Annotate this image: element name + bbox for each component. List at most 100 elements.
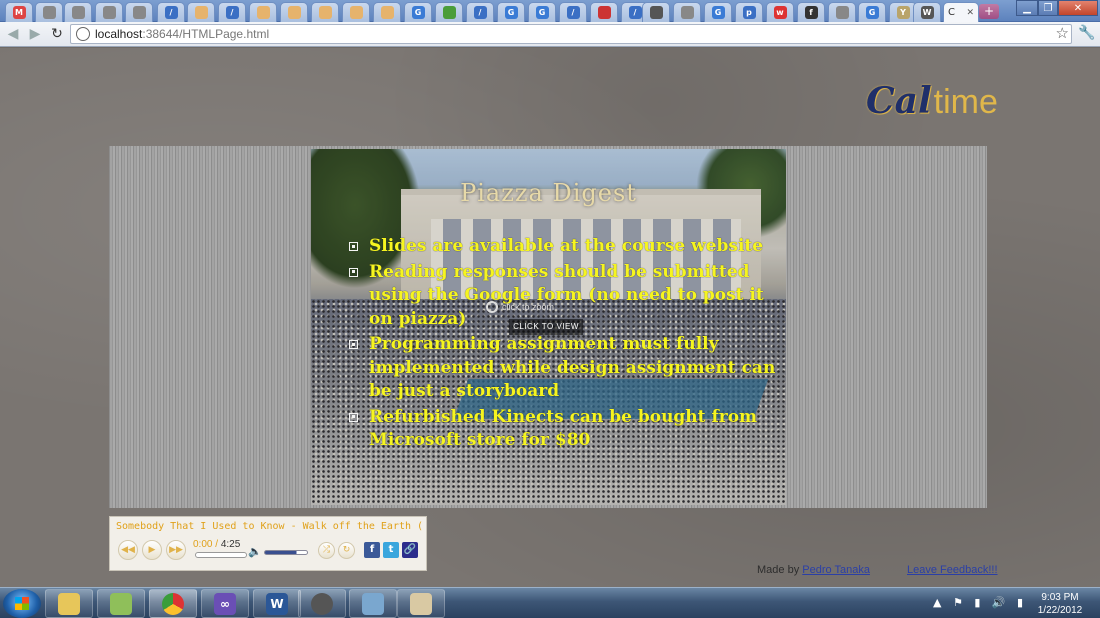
caltime-logo[interactable]: Cal time <box>866 80 998 124</box>
magnifier-icon <box>486 301 498 313</box>
start-button[interactable] <box>3 589 41 618</box>
browser-tab[interactable] <box>125 2 153 22</box>
browser-tab[interactable]: f <box>797 2 825 22</box>
browser-tab[interactable]: / <box>559 2 587 22</box>
system-tray[interactable]: ▲ ⚑ ▮ 🔊 ▮ <box>933 596 1027 609</box>
taskbar-chrome[interactable] <box>149 589 197 618</box>
repeat-icon[interactable]: ↻ <box>338 542 355 559</box>
url-text: localhost:38644/HTMLPage.html <box>95 26 269 43</box>
browser-tab[interactable]: / <box>466 2 494 22</box>
chrome-icon <box>442 6 456 19</box>
browser-tab[interactable]: / <box>218 2 246 22</box>
wikia-icon: w <box>773 6 787 19</box>
browser-tab[interactable] <box>373 2 401 22</box>
seek-bar[interactable] <box>195 552 247 558</box>
y-icon: Y <box>896 6 910 19</box>
globe-icon <box>42 6 56 19</box>
browser-tab[interactable]: W <box>913 2 941 22</box>
chrome-icon <box>162 592 184 615</box>
slide-image[interactable]: Piazza Digest Slides are available at th… <box>311 149 786 505</box>
wikipedia-icon: W <box>920 6 934 19</box>
browser-tab[interactable] <box>187 2 215 22</box>
twitter-share-icon[interactable]: t <box>383 542 399 558</box>
taskbar-explorer[interactable] <box>45 589 93 618</box>
browser-tab[interactable] <box>311 2 339 22</box>
browser-tab[interactable]: G <box>704 2 732 22</box>
taskbar-notepad[interactable] <box>97 589 145 618</box>
author-link[interactable]: Pedro Tanaka <box>802 564 870 576</box>
browser-tab[interactable] <box>435 2 463 22</box>
made-by-text: Made by Pedro Tanaka <box>757 564 870 576</box>
previous-track-icon[interactable]: ◀◀ <box>118 540 138 560</box>
play-icon[interactable]: ▶ <box>142 540 162 560</box>
restore-button[interactable]: ❐ <box>1038 0 1058 16</box>
bookmark-star-icon[interactable]: ☆ <box>1056 24 1069 42</box>
new-tab-button[interactable]: + <box>979 4 999 19</box>
link-share-icon[interactable]: 🔗 <box>402 542 418 558</box>
window-close-button[interactable]: ✕ <box>1058 0 1098 16</box>
bullet-text: Programming assignment must fully implem… <box>369 334 776 401</box>
taskbar-paint[interactable] <box>397 589 445 618</box>
volume-slider[interactable] <box>264 550 308 555</box>
browser-tab[interactable] <box>35 2 63 22</box>
browser-tab[interactable]: G <box>404 2 432 22</box>
taskbar-security[interactable] <box>298 589 346 618</box>
taskbar-visualstudio[interactable]: ∞ <box>201 589 249 618</box>
tab-active[interactable]: C ✕ <box>943 2 979 22</box>
bullet-text: Slides are available at the course websi… <box>369 236 764 256</box>
browser-tab[interactable] <box>590 2 618 22</box>
pen-icon: / <box>225 6 239 19</box>
wrench-icon[interactable]: 🔧 <box>1078 25 1095 41</box>
cake-icon <box>349 6 363 19</box>
browser-tab[interactable]: M <box>5 2 33 22</box>
facebook-icon: f <box>804 6 818 19</box>
slide-title: Piazza Digest <box>460 179 637 207</box>
browser-tab[interactable]: G <box>858 2 886 22</box>
taskbar-stack[interactable] <box>349 589 397 618</box>
browser-tab[interactable] <box>280 2 308 22</box>
lock-icon <box>311 592 333 615</box>
cake-icon <box>256 6 270 19</box>
close-icon[interactable]: ✕ <box>966 8 974 18</box>
track-title: Somebody That I Used to Know - Walk off … <box>116 521 422 532</box>
browser-tab[interactable] <box>64 2 92 22</box>
shuffle-icon[interactable]: ⤮ <box>318 542 335 559</box>
volume-icon[interactable]: 🔈 <box>248 545 262 558</box>
facebook-share-icon[interactable]: f <box>364 542 380 558</box>
word-icon: W <box>266 592 288 615</box>
click-to-view-button[interactable]: CLICK TO VIEW <box>509 319 583 335</box>
paint-icon <box>410 592 432 615</box>
forward-icon[interactable]: ▶ <box>26 25 44 43</box>
reload-icon[interactable]: ↻ <box>48 25 66 43</box>
google-icon: G <box>504 6 518 19</box>
windows-taskbar: ∞ W ▲ ⚑ ▮ 🔊 ▮ 9:03 PM 1/22/2012 <box>0 587 1100 618</box>
back-icon[interactable]: ◀ <box>4 25 22 43</box>
browser-tab[interactable] <box>642 2 670 22</box>
taskbar-word[interactable]: W <box>253 589 301 618</box>
browser-tab[interactable] <box>342 2 370 22</box>
address-bar[interactable]: localhost:38644/HTMLPage.html ☆ <box>70 24 1072 44</box>
system-clock[interactable]: 9:03 PM 1/22/2012 <box>1030 591 1090 617</box>
page-background: Cal time Piazza Digest Slides are availa… <box>0 48 1100 587</box>
current-time: 0:00 <box>193 539 213 550</box>
google-icon: G <box>711 6 725 19</box>
browser-tab[interactable]: p <box>735 2 763 22</box>
browser-tab[interactable] <box>828 2 856 22</box>
next-track-icon[interactable]: ▶▶ <box>166 540 186 560</box>
browser-tab[interactable]: / <box>157 2 185 22</box>
browser-tab[interactable] <box>249 2 277 22</box>
browser-tab[interactable]: G <box>528 2 556 22</box>
browser-tab[interactable] <box>673 2 701 22</box>
cake-icon <box>318 6 332 19</box>
leave-feedback-link[interactable]: Leave Feedback!!! <box>907 564 998 576</box>
slide-bullet: Slides are available at the course websi… <box>347 235 777 259</box>
browser-tab[interactable]: w <box>766 2 794 22</box>
browser-tab[interactable] <box>95 2 123 22</box>
zoom-hint[interactable]: click to zoom <box>486 301 554 313</box>
pen-icon: / <box>473 6 487 19</box>
url-path: :38644/HTMLPage.html <box>142 27 270 41</box>
browser-tab[interactable]: G <box>497 2 525 22</box>
piazza-icon: p <box>742 6 756 19</box>
minimize-button[interactable]: ▁ <box>1016 0 1038 16</box>
infinity-icon: ∞ <box>214 592 236 615</box>
